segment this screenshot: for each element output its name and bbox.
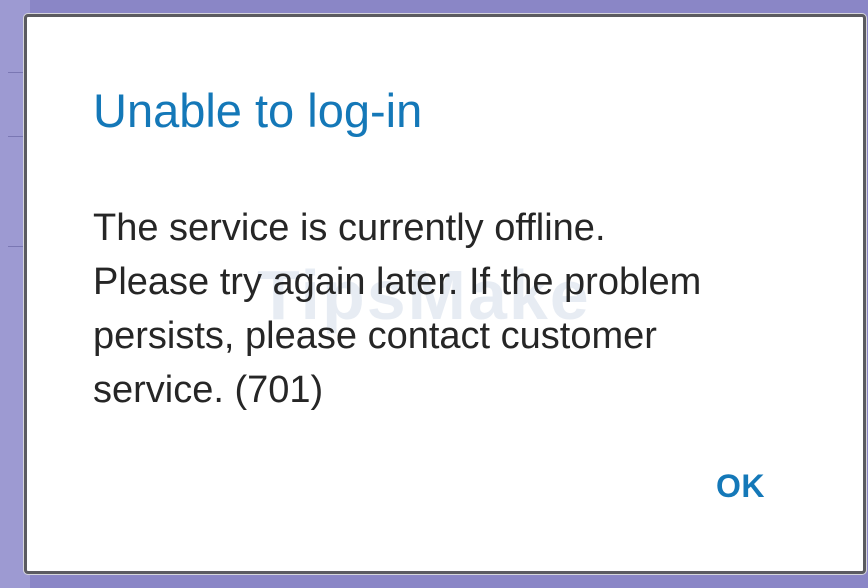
ok-button[interactable]: OK (706, 462, 775, 511)
dialog-message-line: persists, please contact customer (93, 315, 657, 357)
dialog-message-line: Please try again later. If the problem (93, 261, 702, 303)
dialog-title: Unable to log-in (93, 84, 423, 137)
dialog-message-line: The service is currently offline. (93, 207, 606, 249)
dialog-message: The service is currently offline. Please… (93, 201, 813, 417)
screen: Unable to log-in TipsMake The service is… (0, 0, 868, 588)
error-dialog: Unable to log-in TipsMake The service is… (24, 14, 866, 574)
dialog-message-line: service. (701) (93, 369, 324, 411)
